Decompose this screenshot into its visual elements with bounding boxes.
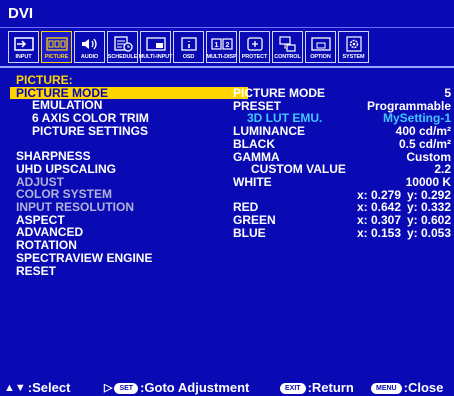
tab-label: MULTI-INPUT xyxy=(138,54,173,60)
detail-row-green: GREEN x: 0.307 y: 0.602 xyxy=(233,214,451,227)
exit-key: EXIT xyxy=(280,382,306,394)
menu-item-uhd-upscaling[interactable]: UHD UPSCALING xyxy=(16,163,236,176)
tab-multi-disp[interactable]: 12 MULTI-DISP xyxy=(206,31,237,63)
protect-icon xyxy=(242,34,267,53)
tab-system[interactable]: SYSTEM xyxy=(338,31,369,63)
picture-menu: PICTURE: PICTURE MODE EMULATION 6 AXIS C… xyxy=(10,73,248,278)
tab-label: SYSTEM xyxy=(342,54,365,60)
tab-label: SCHEDULE xyxy=(107,54,138,60)
divider xyxy=(0,66,454,68)
control-icon xyxy=(275,34,300,53)
detail-row-black: BLACK 0.5 cd/m² xyxy=(233,138,451,151)
tab-label: OPTION xyxy=(310,54,331,60)
submenu-arrow-icon: ▶ xyxy=(216,86,223,96)
tab-label: AUDIO xyxy=(80,54,99,60)
goto-hint: ▷ SET :Goto Adjustment xyxy=(104,380,249,396)
detail-panel: PICTURE MODE 5 PRESET Programmable 3D LU… xyxy=(233,87,451,239)
x-value: x: 0.153 xyxy=(356,225,401,240)
multi-input-icon xyxy=(143,34,168,53)
tab-label: INPUT xyxy=(15,54,32,60)
detail-label: GREEN xyxy=(233,213,276,228)
tab-control[interactable]: CONTROL xyxy=(272,31,303,63)
detail-row-luminance: LUMINANCE 400 cd/m² xyxy=(233,125,451,138)
picture-icon xyxy=(44,34,69,53)
tab-osd[interactable]: OSD xyxy=(173,31,204,63)
detail-row-blue: BLUE x: 0.153 y: 0.053 xyxy=(233,227,451,240)
audio-icon xyxy=(77,34,102,53)
menu-item-6-axis-color-trim[interactable]: 6 AXIS COLOR TRIM xyxy=(16,112,236,125)
tab-multi-input[interactable]: MULTI-INPUT xyxy=(138,31,173,63)
detail-value: 0.5 cd/m² xyxy=(398,136,451,151)
close-label: :Close xyxy=(403,380,444,395)
x-value: x: 0.307 xyxy=(356,213,401,228)
input-icon xyxy=(11,34,36,53)
detail-label: PICTURE MODE xyxy=(233,86,326,100)
menu-key: MENU xyxy=(371,382,402,394)
key-guide: ▲▼ :Select ▷ SET :Goto Adjustment EXIT :… xyxy=(0,380,454,396)
detail-value: 10000 K xyxy=(405,174,451,189)
multi-disp-icon: 12 xyxy=(209,34,234,53)
detail-row-white: WHITE 10000 K xyxy=(233,176,451,189)
detail-value: 5 xyxy=(444,86,451,100)
svg-text:1: 1 xyxy=(214,42,218,49)
tab-label: PICTURE xyxy=(44,54,69,60)
up-down-icon: ▲▼ xyxy=(4,382,26,394)
detail-row-picture-mode: PICTURE MODE 5 xyxy=(233,87,451,100)
detail-label: BLUE xyxy=(233,225,266,240)
tab-schedule[interactable]: SCHEDULE xyxy=(107,31,138,63)
detail-label: LUMINANCE xyxy=(233,124,305,139)
tab-label: PROTECT xyxy=(241,54,268,60)
system-icon xyxy=(341,34,366,53)
schedule-icon xyxy=(110,34,135,53)
svg-text:2: 2 xyxy=(225,42,229,49)
detail-label: WHITE xyxy=(233,174,272,189)
tab-option[interactable]: OPTION xyxy=(305,31,336,63)
tab-label: CONTROL xyxy=(274,54,301,60)
menu-item-picture-settings[interactable]: PICTURE SETTINGS xyxy=(16,125,236,138)
detail-value: 400 cd/m² xyxy=(395,124,451,139)
goto-label: :Goto Adjustment xyxy=(140,380,250,395)
option-icon xyxy=(308,34,333,53)
y-value: y: 0.053 xyxy=(407,225,452,240)
tab-protect[interactable]: PROTECT xyxy=(239,31,270,63)
menu-item-input-resolution: INPUT RESOLUTION xyxy=(16,200,135,215)
right-arrow-icon: ▷ xyxy=(104,382,113,394)
tab-label: MULTI-DISP xyxy=(206,54,237,60)
menu-item-reset[interactable]: RESET xyxy=(16,264,236,278)
close-hint: MENU :Close xyxy=(371,380,443,396)
xy-values: x: 0.307 y: 0.602 xyxy=(353,214,451,227)
menu-category-title: PICTURE: xyxy=(16,73,73,87)
tab-picture[interactable]: PICTURE xyxy=(41,31,72,63)
detail-label: BLACK xyxy=(233,136,275,151)
osd-icon xyxy=(176,34,201,53)
select-hint: ▲▼ :Select xyxy=(4,380,70,396)
menu-item-rotation[interactable]: ROTATION xyxy=(16,239,236,252)
y-value: y: 0.602 xyxy=(407,213,452,228)
menu-item-spectraview-engine[interactable]: SPECTRAVIEW ENGINE xyxy=(16,252,236,265)
select-label: :Select xyxy=(27,380,71,395)
tab-input[interactable]: INPUT xyxy=(8,31,39,63)
menu-item-sharpness[interactable]: SHARPNESS xyxy=(16,150,236,163)
tab-label: OSD xyxy=(182,54,195,60)
return-hint: EXIT :Return xyxy=(280,380,354,396)
set-key: SET xyxy=(114,382,139,394)
osd-tab-bar: INPUT PICTURE AUDIO SCHEDULE MULTI-INPUT… xyxy=(8,31,369,63)
return-label: :Return xyxy=(307,380,354,395)
xy-values: x: 0.153 y: 0.053 xyxy=(353,227,451,240)
tab-audio[interactable]: AUDIO xyxy=(74,31,105,63)
osd-title: DVI xyxy=(0,0,454,28)
